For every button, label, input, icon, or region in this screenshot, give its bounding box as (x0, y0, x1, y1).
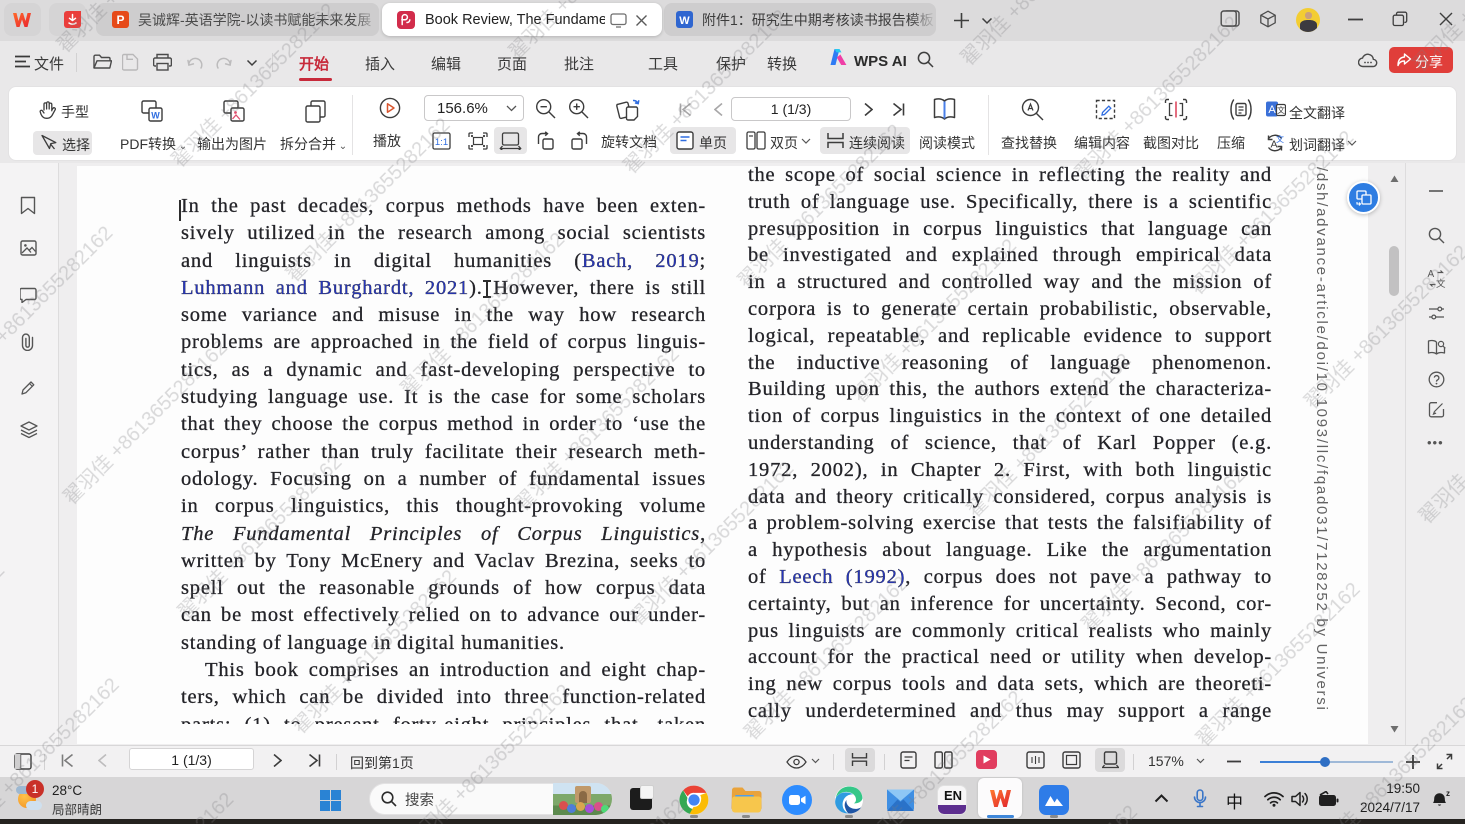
svg-text:A: A (1268, 104, 1276, 116)
svg-text:A: A (1428, 269, 1435, 280)
svg-text:P: P (116, 13, 124, 27)
svg-text:W: W (151, 111, 160, 121)
svg-text:文: 文 (1277, 105, 1285, 115)
svg-text:z: z (1446, 789, 1450, 798)
svg-text:文: 文 (1436, 278, 1446, 288)
svg-text:W: W (679, 15, 690, 27)
svg-text:文: 文 (1276, 134, 1284, 144)
svg-text:1:1: 1:1 (435, 137, 448, 148)
